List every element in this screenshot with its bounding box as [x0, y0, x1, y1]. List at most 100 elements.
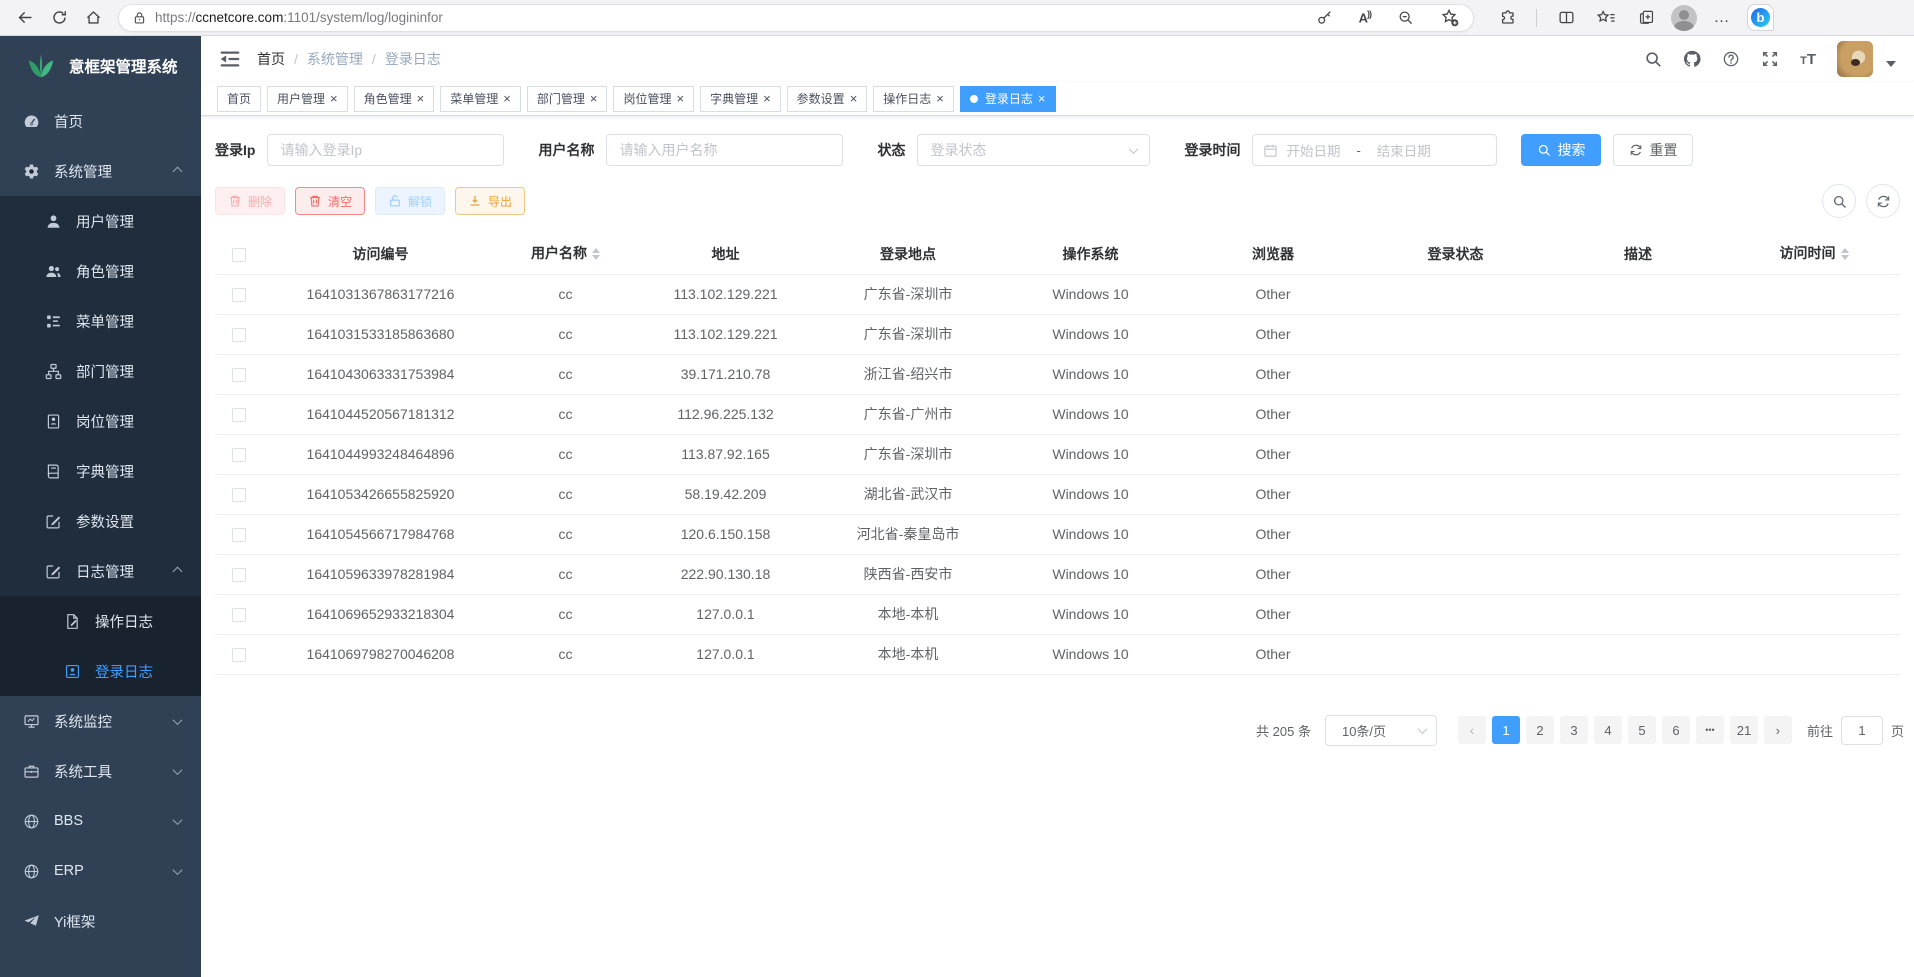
date-range-picker[interactable]: 开始日期 - 结束日期 — [1252, 134, 1497, 166]
delete-button[interactable]: 删除 — [215, 187, 285, 215]
close-tab-icon[interactable]: × — [936, 92, 944, 105]
pager-page-button[interactable]: 6 — [1662, 716, 1690, 744]
row-checkbox[interactable] — [232, 648, 246, 662]
sidebar-item-8[interactable]: 字典管理 — [0, 446, 201, 496]
row-checkbox[interactable] — [232, 328, 246, 342]
export-button[interactable]: 导出 — [455, 187, 525, 215]
sidebar-item-2[interactable]: 系统管理 — [0, 146, 201, 196]
password-key-icon[interactable] — [1316, 9, 1333, 26]
select-all-checkbox[interactable] — [232, 248, 246, 262]
close-tab-icon[interactable]: × — [850, 92, 858, 105]
sort-caret-icon[interactable] — [1841, 244, 1849, 264]
sidebar-item-3[interactable]: 用户管理 — [0, 196, 201, 246]
favorites-icon[interactable] — [1591, 3, 1621, 33]
pager-more-button[interactable]: ••• — [1696, 716, 1724, 744]
table-cell — [1548, 314, 1728, 354]
sidebar-item-11[interactable]: 操作日志 — [0, 596, 201, 646]
font-size-icon[interactable]: TT — [1800, 51, 1816, 68]
tab-菜单管理[interactable]: 菜单管理× — [440, 86, 521, 112]
back-icon[interactable] — [10, 3, 40, 33]
row-checkbox[interactable] — [232, 488, 246, 502]
tab-参数设置[interactable]: 参数设置× — [787, 86, 868, 112]
sidebar-item-6[interactable]: 部门管理 — [0, 346, 201, 396]
tab-首页[interactable]: 首页 — [217, 86, 261, 112]
sidebar-item-15[interactable]: BBS — [0, 796, 201, 846]
status-select[interactable]: 登录状态 — [917, 134, 1150, 166]
extensions-icon[interactable] — [1492, 3, 1522, 33]
close-tab-icon[interactable]: × — [763, 92, 771, 105]
close-tab-icon[interactable]: × — [676, 92, 684, 105]
search-button[interactable]: 搜索 — [1521, 134, 1601, 166]
unlock-button[interactable]: 解锁 — [375, 187, 445, 215]
split-screen-icon[interactable] — [1551, 3, 1581, 33]
sidebar-item-5[interactable]: 菜单管理 — [0, 296, 201, 346]
read-aloud-icon[interactable]: A)) — [1359, 9, 1371, 25]
tab-岗位管理[interactable]: 岗位管理× — [613, 86, 694, 112]
collections-icon[interactable] — [1631, 3, 1661, 33]
table-cell: 湖北省-武汉市 — [818, 474, 998, 514]
github-icon[interactable] — [1683, 50, 1701, 68]
home-icon[interactable] — [78, 3, 108, 33]
row-checkbox[interactable] — [232, 288, 246, 302]
next-page-button[interactable]: › — [1764, 716, 1792, 744]
row-checkbox[interactable] — [232, 448, 246, 462]
zoom-out-icon[interactable] — [1397, 9, 1414, 26]
pager-page-button[interactable]: 3 — [1560, 716, 1588, 744]
user-avatar[interactable] — [1837, 41, 1873, 77]
close-tab-icon[interactable]: × — [330, 92, 338, 105]
close-tab-icon[interactable]: × — [1038, 92, 1046, 105]
reset-button[interactable]: 重置 — [1613, 134, 1693, 166]
tab-角色管理[interactable]: 角色管理× — [354, 86, 435, 112]
toggle-search-button[interactable] — [1822, 184, 1856, 218]
tab-部门管理[interactable]: 部门管理× — [527, 86, 608, 112]
tab-字典管理[interactable]: 字典管理× — [700, 86, 781, 112]
row-checkbox[interactable] — [232, 408, 246, 422]
address-bar[interactable]: https://ccnetcore.com:1101/system/log/lo… — [118, 4, 1474, 32]
pager-page-button[interactable]: 21 — [1730, 716, 1758, 744]
sidebar-item-16[interactable]: ERP — [0, 846, 201, 896]
prev-page-button[interactable]: ‹ — [1458, 716, 1486, 744]
table-cell: Windows 10 — [998, 274, 1183, 314]
row-checkbox[interactable] — [232, 608, 246, 622]
sidebar-item-14[interactable]: 系统工具 — [0, 746, 201, 796]
refresh-table-button[interactable] — [1866, 184, 1900, 218]
login-ip-input[interactable] — [267, 134, 504, 166]
tab-用户管理[interactable]: 用户管理× — [267, 86, 348, 112]
pager-page-button[interactable]: 5 — [1628, 716, 1656, 744]
sidebar-item-9[interactable]: 参数设置 — [0, 496, 201, 546]
username-input[interactable] — [606, 134, 843, 166]
row-checkbox[interactable] — [232, 528, 246, 542]
tab-登录日志[interactable]: 登录日志× — [960, 86, 1056, 112]
breadcrumb-home[interactable]: 首页 — [257, 49, 285, 69]
tab-操作日志[interactable]: 操作日志× — [873, 86, 954, 112]
browser-menu-icon[interactable]: … — [1707, 3, 1737, 33]
sidebar-item-10[interactable]: 日志管理 — [0, 546, 201, 596]
sidebar-item-13[interactable]: 系统监控 — [0, 696, 201, 746]
clear-button[interactable]: 清空 — [295, 187, 365, 215]
add-favorite-icon[interactable] — [1440, 8, 1459, 27]
sidebar-fold-icon[interactable] — [219, 48, 241, 70]
goto-page-input[interactable] — [1841, 716, 1883, 745]
close-tab-icon[interactable]: × — [503, 92, 511, 105]
close-tab-icon[interactable]: × — [590, 92, 598, 105]
sidebar-item-7[interactable]: 岗位管理 — [0, 396, 201, 446]
browser-profile-avatar[interactable] — [1671, 5, 1697, 31]
page-size-select[interactable]: 10条/页 — [1325, 715, 1437, 746]
sort-caret-icon[interactable] — [592, 244, 600, 264]
refresh-icon[interactable] — [44, 3, 74, 33]
pager-page-button[interactable]: 4 — [1594, 716, 1622, 744]
avatar-caret-icon[interactable] — [1886, 61, 1896, 72]
sidebar-item-1[interactable]: 首页 — [0, 96, 201, 146]
sidebar-item-4[interactable]: 角色管理 — [0, 246, 201, 296]
copilot-icon[interactable]: b — [1747, 4, 1774, 31]
row-checkbox[interactable] — [232, 368, 246, 382]
sidebar-item-12[interactable]: 登录日志 — [0, 646, 201, 696]
help-icon[interactable] — [1722, 50, 1740, 68]
close-tab-icon[interactable]: × — [417, 92, 425, 105]
header-search-icon[interactable] — [1644, 50, 1662, 68]
row-checkbox[interactable] — [232, 568, 246, 582]
sidebar-item-17[interactable]: Yi框架 — [0, 896, 201, 946]
pager-page-button[interactable]: 1 — [1492, 716, 1520, 744]
pager-page-button[interactable]: 2 — [1526, 716, 1554, 744]
fullscreen-icon[interactable] — [1761, 50, 1779, 68]
